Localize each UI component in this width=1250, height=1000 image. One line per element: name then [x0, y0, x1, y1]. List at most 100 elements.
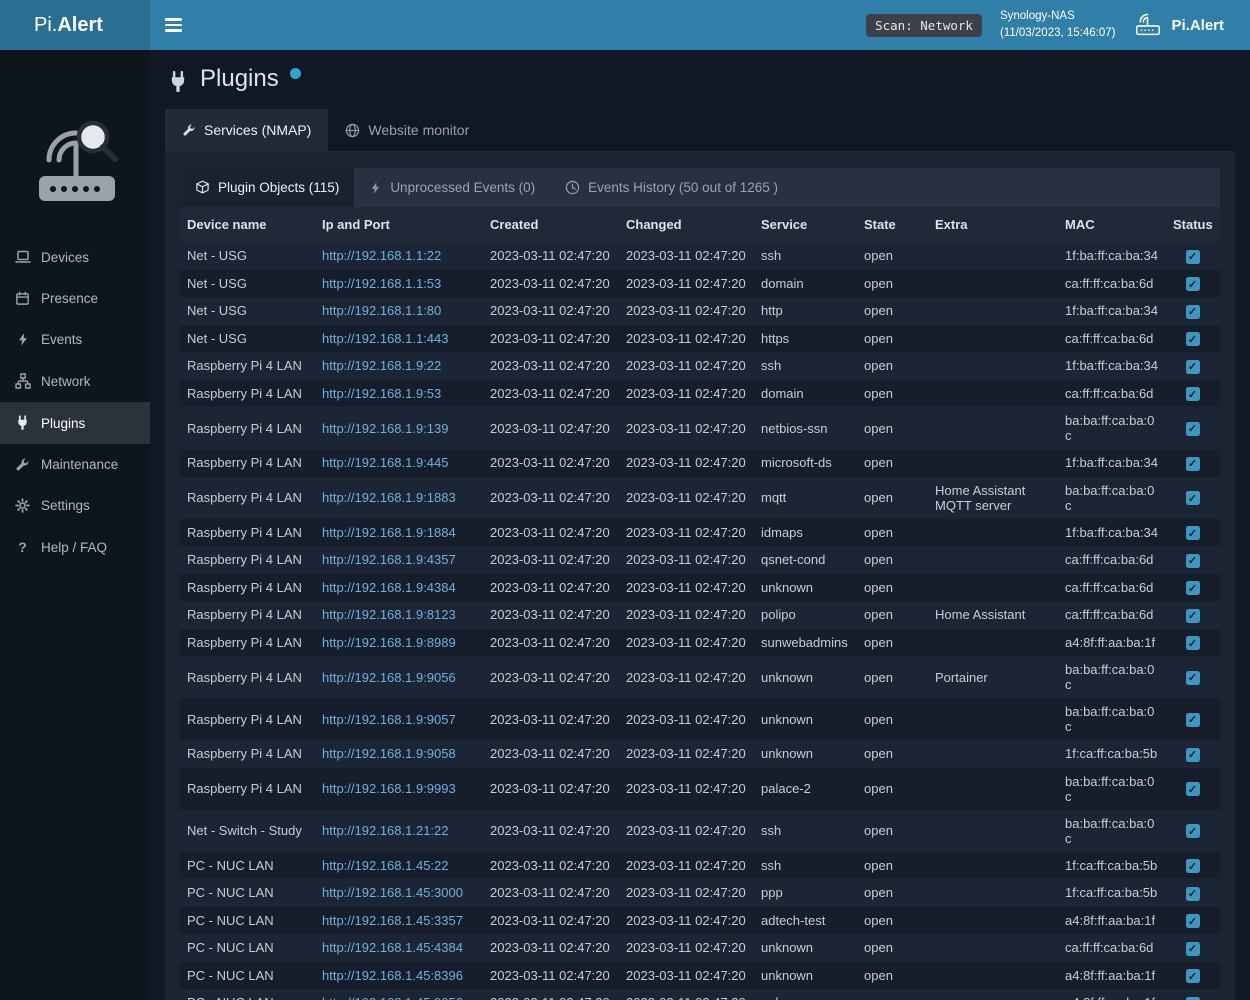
tab-events-history[interactable]: Events History (50 out of 1265 ): [550, 168, 793, 207]
ip-port-cell: http://192.168.1.9:9057: [315, 698, 483, 740]
status-checkbox[interactable]: ✓: [1186, 942, 1200, 956]
ip-port-link[interactable]: http://192.168.1.45:8396: [322, 968, 463, 983]
status-checkbox[interactable]: ✓: [1186, 387, 1200, 401]
app-logo: Pi.Alert: [0, 0, 150, 50]
status-cell: ✓: [1166, 629, 1220, 657]
mac-cell: 1f:ba:ff:ca:ba:34: [1058, 449, 1166, 477]
ip-port-link[interactable]: http://192.168.1.9:445: [322, 455, 449, 470]
status-checkbox[interactable]: ✓: [1186, 422, 1200, 436]
tab-plugin-objects[interactable]: Plugin Objects (115): [180, 168, 354, 207]
status-cell: ✓: [1166, 740, 1220, 768]
status-checkbox[interactable]: ✓: [1186, 671, 1200, 685]
extra-cell: Portainer: [928, 656, 1058, 698]
table-row: Net - USGhttp://192.168.1.1:532023-03-11…: [180, 270, 1220, 298]
status-checkbox[interactable]: ✓: [1186, 609, 1200, 623]
ip-port-link[interactable]: http://192.168.1.1:53: [322, 276, 441, 291]
status-checkbox[interactable]: ✓: [1186, 491, 1200, 505]
ip-port-link[interactable]: http://192.168.1.9:9993: [322, 781, 456, 796]
created-cell: 2023-03-11 02:47:20: [483, 934, 619, 962]
status-checkbox[interactable]: ✓: [1186, 636, 1200, 650]
state-cell: open: [857, 852, 928, 880]
ip-port-link[interactable]: http://192.168.1.9:8123: [322, 607, 456, 622]
nas-timestamp: (11/03/2023, 15:46:07): [1000, 25, 1116, 42]
ip-port-link[interactable]: http://192.168.1.9:53: [322, 386, 441, 401]
extra-cell: [928, 629, 1058, 657]
status-checkbox[interactable]: ✓: [1186, 782, 1200, 796]
status-checkbox[interactable]: ✓: [1186, 914, 1200, 928]
status-checkbox[interactable]: ✓: [1186, 997, 1200, 1000]
service-cell: qsnet-cond: [754, 546, 857, 574]
status-checkbox[interactable]: ✓: [1186, 305, 1200, 319]
ip-port-link[interactable]: http://192.168.1.45:22: [322, 858, 449, 873]
created-cell: 2023-03-11 02:47:20: [483, 656, 619, 698]
status-cell: ✓: [1166, 810, 1220, 852]
ip-port-link[interactable]: http://192.168.1.9:9058: [322, 746, 456, 761]
column-header: Device name: [180, 207, 315, 242]
ip-port-link[interactable]: http://192.168.1.1:443: [322, 331, 449, 346]
status-checkbox[interactable]: ✓: [1186, 457, 1200, 471]
ip-port-link[interactable]: http://192.168.1.1:22: [322, 248, 441, 263]
status-checkbox[interactable]: ✓: [1186, 748, 1200, 762]
sidebar-item-help-faq[interactable]: ? Help / FAQ: [0, 526, 150, 568]
mac-cell: ca:ff:ff:ca:ba:6d: [1058, 934, 1166, 962]
ip-port-cell: http://192.168.1.9:8123: [315, 601, 483, 629]
ip-port-link[interactable]: http://192.168.1.9:1884: [322, 525, 456, 540]
status-checkbox[interactable]: ✓: [1186, 277, 1200, 291]
sidebar-item-presence[interactable]: Presence: [0, 278, 150, 319]
tab-unprocessed-events[interactable]: Unprocessed Events (0): [354, 168, 550, 207]
ip-port-link[interactable]: http://192.168.1.9:4357: [322, 552, 456, 567]
ip-port-link[interactable]: http://192.168.1.45:9056: [322, 995, 463, 1000]
ip-port-link[interactable]: http://192.168.1.9:22: [322, 358, 441, 373]
tab-label: Website monitor: [368, 122, 469, 138]
status-checkbox[interactable]: ✓: [1186, 824, 1200, 838]
ip-port-link[interactable]: http://192.168.1.9:9057: [322, 712, 456, 727]
sidebar-toggle-button[interactable]: [150, 0, 196, 50]
ip-port-link[interactable]: http://192.168.1.9:9056: [322, 670, 456, 685]
changed-cell: 2023-03-11 02:47:20: [619, 810, 754, 852]
status-checkbox[interactable]: ✓: [1186, 360, 1200, 374]
sidebar-item-settings[interactable]: Settings: [0, 485, 150, 526]
table-row: PC - NUC LANhttp://192.168.1.45:222023-0…: [180, 852, 1220, 880]
globe-icon: [345, 123, 360, 138]
state-cell: open: [857, 879, 928, 907]
status-checkbox[interactable]: ✓: [1186, 713, 1200, 727]
service-cell: ssh: [754, 810, 857, 852]
ip-port-link[interactable]: http://192.168.1.45:3357: [322, 913, 463, 928]
ip-port-link[interactable]: http://192.168.1.9:4384: [322, 580, 456, 595]
ip-port-cell: http://192.168.1.45:4384: [315, 934, 483, 962]
sidebar-item-plugins[interactable]: Plugins: [0, 402, 150, 444]
ip-port-cell: http://192.168.1.9:1884: [315, 519, 483, 547]
ip-port-link[interactable]: http://192.168.1.45:4384: [322, 940, 463, 955]
sidebar-item-network[interactable]: Network: [0, 360, 150, 402]
status-checkbox[interactable]: ✓: [1186, 554, 1200, 568]
changed-cell: 2023-03-11 02:47:20: [619, 962, 754, 990]
status-checkbox[interactable]: ✓: [1186, 332, 1200, 346]
ip-port-link[interactable]: http://192.168.1.45:3000: [322, 885, 463, 900]
status-checkbox[interactable]: ✓: [1186, 250, 1200, 264]
status-checkbox[interactable]: ✓: [1186, 859, 1200, 873]
plug-icon: [167, 66, 189, 99]
ip-port-link[interactable]: http://192.168.1.1:80: [322, 303, 441, 318]
mac-cell: ca:ff:ff:ca:ba:6d: [1058, 380, 1166, 408]
ip-port-link[interactable]: http://192.168.1.21:22: [322, 823, 449, 838]
laptop-icon: [14, 249, 31, 265]
status-checkbox[interactable]: ✓: [1186, 581, 1200, 595]
ip-port-link[interactable]: http://192.168.1.9:139: [322, 421, 449, 436]
ip-port-cell: http://192.168.1.9:139: [315, 407, 483, 449]
sidebar-item-maintenance[interactable]: Maintenance: [0, 444, 150, 485]
nas-info: Synology-NAS (11/03/2023, 15:46:07): [1000, 8, 1116, 41]
ip-port-link[interactable]: http://192.168.1.9:8989: [322, 635, 456, 650]
tab-services-nmap[interactable]: Services (NMAP): [165, 109, 328, 151]
changed-cell: 2023-03-11 02:47:20: [619, 519, 754, 547]
sidebar-item-label: Help / FAQ: [41, 540, 107, 555]
status-checkbox[interactable]: ✓: [1186, 887, 1200, 901]
extra-cell: [928, 879, 1058, 907]
sidebar-item-events[interactable]: Events: [0, 319, 150, 360]
tab-website-monitor[interactable]: Website monitor: [328, 109, 486, 151]
state-cell: open: [857, 270, 928, 298]
status-checkbox[interactable]: ✓: [1186, 969, 1200, 983]
brand-prefix: Pi.: [34, 14, 57, 37]
status-checkbox[interactable]: ✓: [1186, 526, 1200, 540]
ip-port-link[interactable]: http://192.168.1.9:1883: [322, 490, 456, 505]
sidebar-item-devices[interactable]: Devices: [0, 236, 150, 278]
